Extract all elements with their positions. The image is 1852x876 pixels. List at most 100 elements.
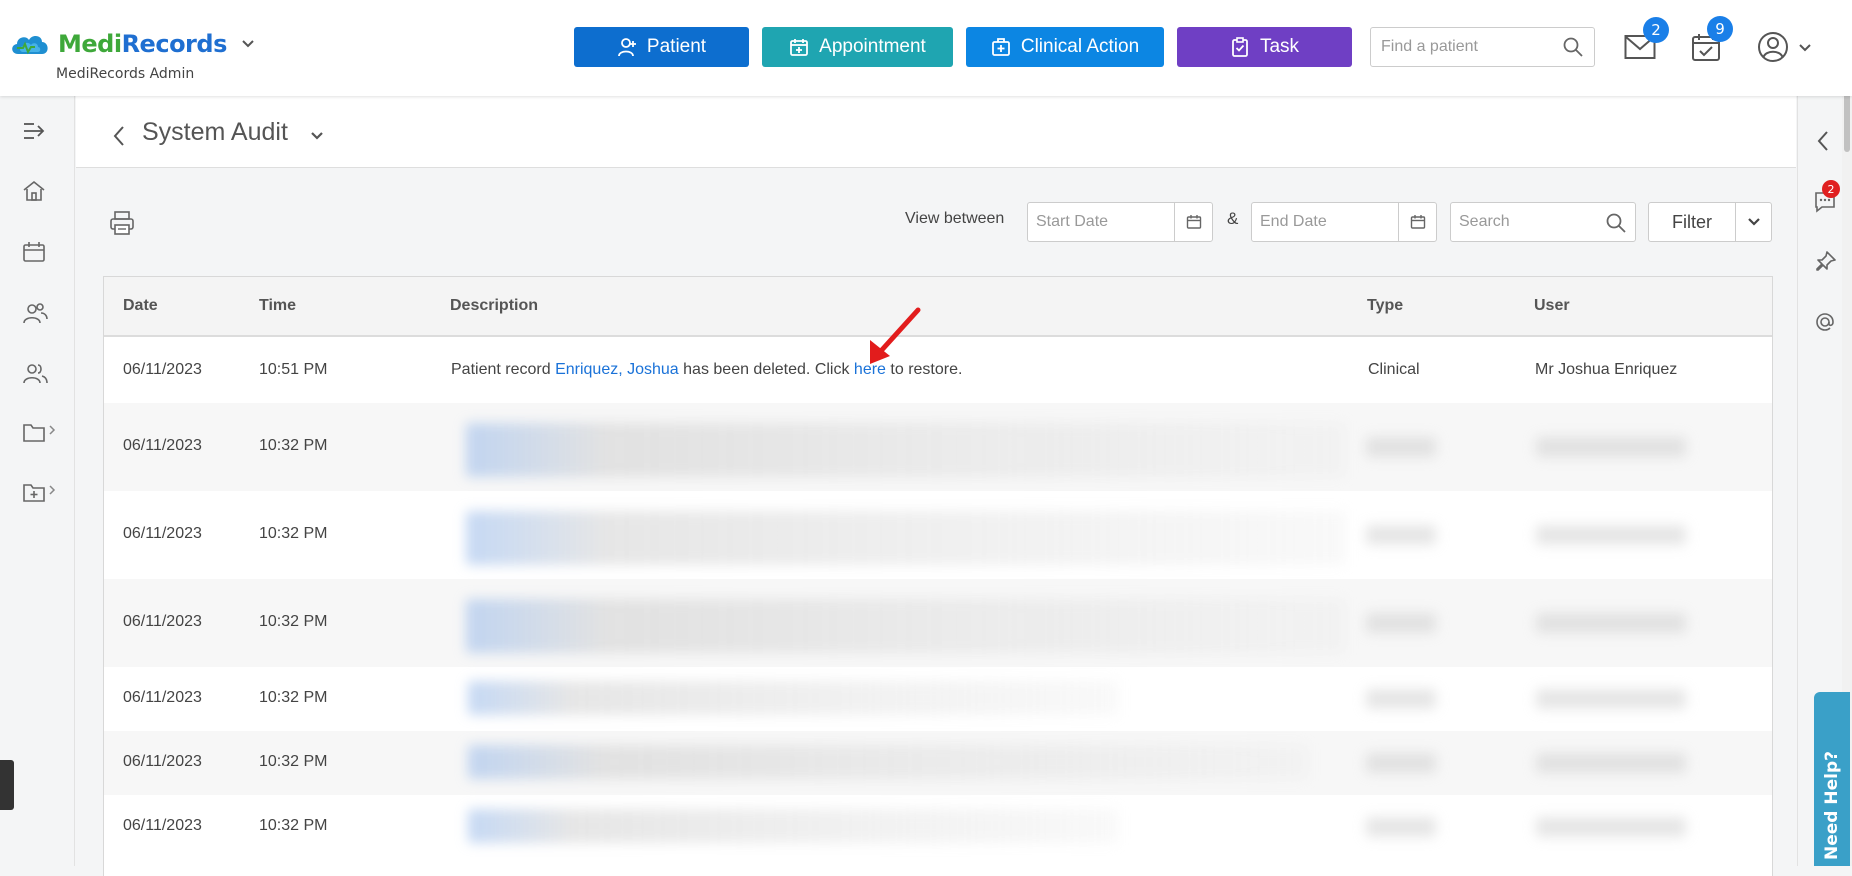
end-date-input[interactable] [1252,203,1392,241]
top-bar: MediRecords MediRecords Admin Patient Ap… [0,0,1852,96]
calendar-plus-icon [789,37,809,57]
print-icon[interactable] [109,210,135,236]
new-task-button[interactable]: Task [1177,27,1352,67]
row-date: 06/11/2023 [123,689,202,706]
redacted-description [468,809,1118,843]
chevron-right-icon[interactable] [48,484,56,496]
row-date: 06/11/2023 [123,753,202,770]
search-icon[interactable] [1562,36,1584,58]
start-date-field [1027,202,1213,242]
home-icon[interactable] [22,180,46,202]
add-user-icon [617,37,637,57]
expand-sidebar-icon[interactable] [22,120,46,142]
column-header-type[interactable]: Type [1367,297,1403,315]
audit-search-input[interactable] [1451,203,1601,241]
pin-icon[interactable] [1813,250,1837,274]
new-clinical-action-button[interactable]: Clinical Action [966,27,1164,67]
calendar-icon[interactable] [1398,203,1436,241]
redacted-type [1366,525,1436,545]
date-range-separator: & [1227,209,1239,228]
app-logo[interactable]: MediRecords [8,30,255,58]
audit-table: Date Time Description Type User 06/11/20… [103,276,1773,876]
row-time: 10:32 PM [259,525,328,542]
left-sidebar [0,96,75,866]
app-name: MediRecords [58,30,227,58]
need-help-label[interactable]: Need Help? [1822,751,1842,860]
table-row[interactable]: 06/11/2023 10:32 PM [104,731,1772,795]
new-patient-button[interactable]: Patient [574,27,749,67]
redacted-type [1366,613,1436,633]
redacted-description [466,599,1346,653]
calendar-icon[interactable] [22,241,46,263]
patient-record-link[interactable]: Enriquez, Joshua [555,361,679,378]
contacts-icon[interactable] [22,361,48,385]
extension-tab[interactable] [0,760,14,810]
user-profile-icon[interactable] [1757,31,1789,63]
row-date: 06/11/2023 [123,525,202,542]
row-time: 10:51 PM [259,361,328,378]
end-date-field [1251,202,1437,242]
chat-badge: 2 [1822,180,1840,198]
redacted-type [1366,753,1436,773]
table-row[interactable]: 06/11/2023 10:32 PM [104,579,1772,667]
column-header-time[interactable]: Time [259,297,296,315]
patients-group-icon[interactable] [22,301,48,325]
start-date-input[interactable] [1028,203,1168,241]
main-content: System Audit View between & Filter [76,96,1796,876]
filter-label[interactable]: Filter [1649,203,1736,241]
table-row[interactable]: 06/11/2023 10:51 PM Patient record Enriq… [104,339,1772,403]
page-header: System Audit [76,96,1796,168]
folder-add-icon[interactable] [22,481,46,503]
table-row[interactable]: 06/11/2023 10:32 PM [104,667,1772,731]
redacted-type [1366,817,1436,837]
redacted-description [468,681,1118,715]
chevron-down-icon[interactable] [241,39,255,49]
chevron-left-icon[interactable] [1816,130,1830,152]
row-date: 06/11/2023 [123,437,202,454]
mention-icon[interactable] [1813,310,1837,334]
row-time: 10:32 PM [259,613,328,630]
folder-icon[interactable] [22,421,46,443]
row-user: Mr Joshua Enriquez [1535,361,1678,378]
table-row[interactable]: 06/11/2023 10:32 PM [104,491,1772,579]
mail-count-badge: 2 [1643,17,1669,43]
audit-search-field [1450,202,1636,242]
redacted-user [1536,613,1686,633]
page-title: System Audit [142,118,288,146]
redacted-type [1366,689,1436,709]
redacted-type [1366,437,1436,457]
row-time: 10:32 PM [259,817,328,834]
calendar-icon[interactable] [1174,203,1212,241]
table-header: Date Time Description Type User [104,277,1772,337]
table-row[interactable]: 06/11/2023 10:32 PM [104,795,1772,859]
search-icon[interactable] [1605,212,1627,234]
chevron-right-icon[interactable] [48,424,56,436]
clipboard-check-icon [1230,37,1250,57]
chevron-down-icon[interactable] [310,131,324,141]
table-row[interactable]: 06/11/2023 10:32 PM [104,403,1772,491]
back-arrow-icon[interactable] [112,125,126,147]
redacted-description [468,745,1308,779]
chevron-down-icon[interactable] [1798,43,1812,53]
chevron-down-icon[interactable] [1736,203,1771,241]
filter-button[interactable]: Filter [1648,202,1772,242]
row-time: 10:32 PM [259,753,328,770]
row-date: 06/11/2023 [123,613,202,630]
redacted-user [1536,689,1686,709]
find-patient-search [1370,27,1595,67]
row-type: Clinical [1368,361,1420,378]
medical-kit-icon [991,37,1011,57]
column-header-user[interactable]: User [1534,297,1570,315]
row-time: 10:32 PM [259,437,328,454]
annotation-arrow-icon [860,300,924,372]
row-date: 06/11/2023 [123,361,202,378]
find-patient-input[interactable] [1371,28,1551,66]
redacted-user [1536,817,1686,837]
redacted-user [1536,525,1686,545]
column-header-description[interactable]: Description [450,297,538,315]
calendar-count-badge: 9 [1707,16,1733,42]
redacted-user [1536,753,1686,773]
new-appointment-button[interactable]: Appointment [762,27,953,67]
org-subtitle: MediRecords Admin [56,66,195,82]
column-header-date[interactable]: Date [123,297,158,315]
